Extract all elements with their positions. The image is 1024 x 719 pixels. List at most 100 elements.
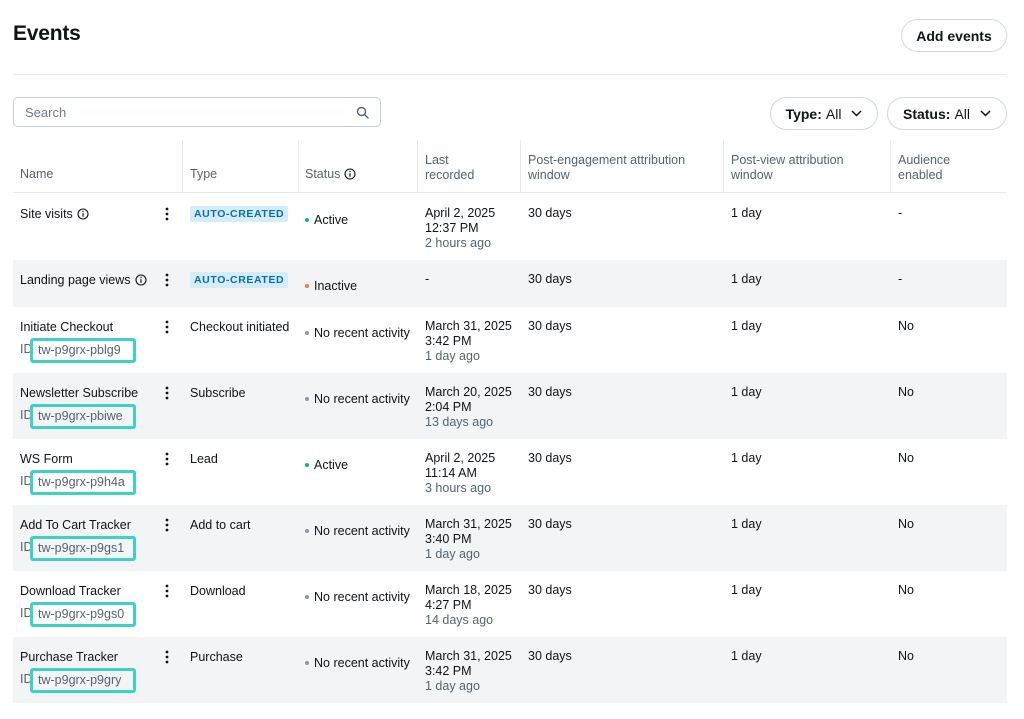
type-filter-dropdown[interactable]: Type: All (770, 97, 878, 130)
event-name[interactable]: Newsletter Subscribe (20, 386, 138, 401)
last-recorded-time: 11:14 AM (425, 466, 477, 480)
column-header-post-engagement[interactable]: Post-engagement attribution window (528, 140, 685, 193)
column-divider (298, 140, 299, 193)
audience-enabled: No (898, 517, 914, 531)
last-recorded: March 20, 2025 2:04 PM 13 days ago (425, 385, 512, 430)
column-header-last-recorded-line2: recorded (425, 168, 475, 182)
status-text: No recent activity (314, 326, 410, 340)
more-options-icon[interactable] (165, 452, 169, 466)
column-header-type[interactable]: Type (190, 140, 217, 193)
column-header-last-recorded[interactable]: Last recorded (425, 140, 474, 193)
header-divider (13, 74, 1007, 75)
event-id: tw-p9grx-p9gs1 (38, 541, 125, 555)
status-cell: Inactive (305, 279, 357, 294)
event-type: Subscribe (190, 386, 246, 400)
event-id-highlight[interactable]: tw-p9grx-p9gs0 (30, 602, 136, 627)
column-header-audience[interactable]: Audience enabled (898, 140, 950, 193)
event-type: Purchase (190, 650, 243, 664)
audience-enabled: - (898, 272, 903, 286)
status-dot (305, 661, 309, 665)
event-type: Checkout initiated (190, 320, 290, 334)
post-engagement-window: 30 days (528, 451, 572, 465)
status-text: No recent activity (314, 392, 410, 406)
chevron-down-icon (980, 110, 991, 117)
event-name[interactable]: Landing page views (20, 273, 147, 288)
post-engagement-window: 30 days (528, 272, 572, 286)
last-recorded-ago: 1 day ago (425, 679, 480, 693)
last-recorded-date: March 31, 2025 (425, 649, 512, 663)
status-text: No recent activity (314, 524, 410, 538)
post-engagement-window: 30 days (528, 319, 572, 333)
post-view-window: 1 day (731, 517, 762, 531)
more-options-icon[interactable] (165, 650, 169, 664)
event-id-highlight[interactable]: tw-p9grx-p9h4a (30, 470, 136, 495)
last-recorded-ago: 14 days ago (425, 613, 494, 627)
table-row[interactable]: Initiate Checkout ID tw-p9grx-pblg9 Checkou… (13, 307, 1007, 373)
more-options-icon[interactable] (165, 273, 169, 287)
event-name[interactable]: Site visits (20, 207, 89, 222)
event-name[interactable]: Initiate Checkout (20, 320, 113, 335)
event-id-highlight[interactable]: tw-p9grx-p9gry (30, 668, 136, 693)
more-options-icon[interactable] (165, 518, 169, 532)
event-id-highlight[interactable]: tw-p9grx-pblg9 (30, 338, 136, 363)
status-dot (305, 331, 309, 335)
last-recorded: March 31, 2025 3:42 PM 1 day ago (425, 649, 512, 694)
last-recorded-date: March 18, 2025 (425, 583, 512, 597)
status-dot (305, 218, 309, 222)
last-recorded-ago: 1 day ago (425, 349, 480, 363)
status-text: Active (314, 213, 349, 227)
table-row[interactable]: Purchase Tracker ID tw-p9grx-p9gry Purchase… (13, 637, 1007, 703)
more-options-icon[interactable] (165, 386, 169, 400)
add-events-button[interactable]: Add events (901, 19, 1007, 52)
status-filter-dropdown[interactable]: Status: All (887, 97, 1007, 130)
column-divider (520, 140, 521, 193)
status-cell: No recent activity (305, 590, 410, 605)
last-recorded-ago: 13 days ago (425, 415, 494, 429)
table-row[interactable]: Download Tracker ID tw-p9grx-p9gs0 Download… (13, 571, 1007, 637)
post-engagement-window: 30 days (528, 385, 572, 399)
column-header-status[interactable]: Status (305, 140, 356, 193)
post-view-window: 1 day (731, 319, 762, 333)
event-id-highlight[interactable]: tw-p9grx-pbiwe (30, 404, 136, 429)
column-header-post-view[interactable]: Post-view attribution window (731, 140, 844, 193)
audience-enabled: No (898, 649, 914, 663)
last-recorded: March 31, 2025 3:42 PM 1 day ago (425, 319, 512, 364)
status-cell: Active (305, 213, 348, 228)
more-options-icon[interactable] (165, 320, 169, 334)
column-divider (417, 140, 418, 193)
post-view-window: 1 day (731, 385, 762, 399)
column-divider (723, 140, 724, 193)
event-name[interactable]: Add To Cart Tracker (20, 518, 131, 533)
last-recorded-ago: 1 day ago (425, 547, 480, 561)
column-header-name[interactable]: Name (20, 140, 53, 193)
post-engagement-window: 30 days (528, 517, 572, 531)
event-id: tw-p9grx-pbiwe (38, 409, 123, 423)
event-name[interactable]: WS Form (20, 452, 73, 467)
info-icon[interactable] (134, 274, 147, 286)
search-input[interactable] (14, 104, 344, 120)
info-icon[interactable] (344, 168, 356, 180)
table-row[interactable]: Add To Cart Tracker ID tw-p9grx-p9gs1 Add t… (13, 505, 1007, 571)
more-options-icon[interactable] (165, 207, 169, 221)
event-name[interactable]: Purchase Tracker (20, 650, 118, 665)
status-dot (305, 595, 309, 599)
column-header-post-view-line1: Post-view attribution (731, 153, 844, 167)
event-id: tw-p9grx-p9h4a (38, 475, 125, 489)
table-row[interactable]: WS Form ID tw-p9grx-p9h4a Lead Active April … (13, 439, 1007, 505)
more-options-icon[interactable] (165, 584, 169, 598)
post-view-window: 1 day (731, 272, 762, 286)
event-name[interactable]: Download Tracker (20, 584, 121, 599)
info-icon[interactable] (77, 208, 89, 220)
table-row[interactable]: Site visits AUTO-CREATED Active April 2, 2… (13, 194, 1007, 260)
table-row[interactable]: Newsletter Subscribe ID tw-p9grx-pbiwe Subs… (13, 373, 1007, 439)
table-row[interactable]: Landing page views AUTO-CREATED Inactive -… (13, 260, 1007, 307)
page-title: Events (13, 22, 81, 45)
event-name-label: Newsletter Subscribe (20, 386, 139, 400)
event-id-highlight[interactable]: tw-p9grx-p9gs1 (30, 536, 136, 561)
last-recorded: March 31, 2025 3:40 PM 1 day ago (425, 517, 512, 562)
event-name-label: Landing page views (20, 273, 131, 287)
column-header-status-label: Status (305, 167, 341, 181)
search-icon[interactable] (356, 106, 369, 119)
post-view-window: 1 day (731, 649, 762, 663)
post-view-window: 1 day (731, 451, 762, 465)
